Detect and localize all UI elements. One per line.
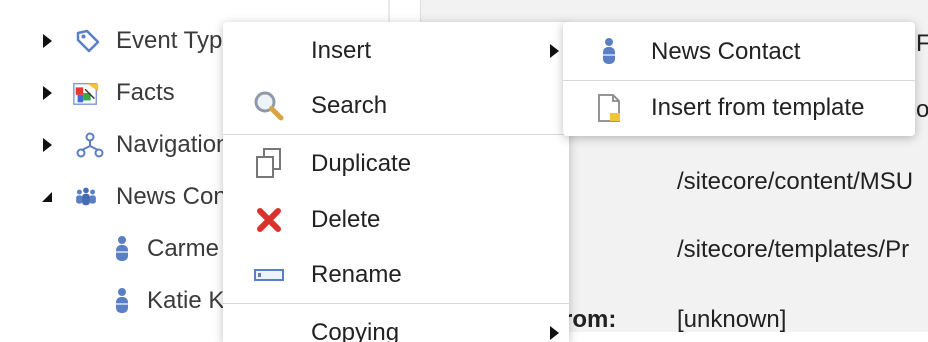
field-value-path: /sitecore/content/MSU bbox=[677, 168, 914, 195]
submenu-item-label: Insert from template bbox=[651, 94, 865, 121]
tree-item-label: Event Typ bbox=[116, 27, 223, 54]
menu-item-rename[interactable]: Rename bbox=[223, 249, 569, 301]
tree-item-label: Facts bbox=[116, 79, 175, 106]
delete-x-icon bbox=[251, 202, 287, 238]
menu-item-delete[interactable]: Delete bbox=[223, 194, 569, 246]
menu-item-insert[interactable]: Insert bbox=[223, 25, 569, 77]
people-group-icon bbox=[72, 183, 100, 211]
facts-icon bbox=[72, 79, 100, 107]
menu-item-search[interactable]: Search bbox=[223, 80, 569, 132]
menu-separator bbox=[223, 303, 569, 304]
context-menu: Insert Search Duplicate Delete Rename Co… bbox=[223, 22, 569, 342]
template-page-icon bbox=[593, 90, 625, 126]
insert-submenu: News Contact Insert from template bbox=[563, 22, 915, 136]
tree-item-label: Navigation bbox=[116, 131, 230, 158]
field-value-partial: F- bbox=[916, 30, 928, 57]
tree-item-label: Katie K bbox=[147, 287, 225, 314]
menu-item-duplicate[interactable]: Duplicate bbox=[223, 138, 569, 190]
menu-item-label: Duplicate bbox=[311, 150, 412, 177]
magnifier-icon bbox=[251, 88, 287, 124]
menu-item-label: Copying bbox=[311, 319, 400, 342]
expand-arrow-icon[interactable] bbox=[40, 31, 54, 51]
collapse-arrow-icon[interactable] bbox=[40, 187, 54, 207]
person-icon bbox=[593, 34, 625, 70]
menu-item-label: Search bbox=[311, 92, 388, 119]
tree-item-label: Carme bbox=[147, 235, 220, 262]
menu-item-label: Rename bbox=[311, 261, 402, 288]
submenu-item-news-contact[interactable]: News Contact bbox=[563, 24, 915, 80]
submenu-item-label: News Contact bbox=[651, 38, 801, 65]
menu-item-copying[interactable]: Copying bbox=[223, 307, 569, 342]
submenu-arrow-icon bbox=[550, 44, 559, 58]
field-value-template: /sitecore/templates/Pr bbox=[677, 236, 910, 263]
person-icon bbox=[108, 235, 136, 263]
field-value-partial: o bbox=[916, 96, 928, 123]
navigation-icon bbox=[76, 131, 104, 159]
person-icon bbox=[108, 287, 136, 315]
expand-arrow-icon[interactable] bbox=[40, 83, 54, 103]
menu-item-label: Insert bbox=[311, 37, 372, 64]
menu-item-label: Delete bbox=[311, 206, 381, 233]
expand-arrow-icon[interactable] bbox=[40, 135, 54, 155]
submenu-item-insert-from-template[interactable]: Insert from template bbox=[563, 80, 915, 136]
field-value-created-from: [unknown] bbox=[677, 306, 787, 333]
submenu-arrow-icon bbox=[550, 326, 559, 340]
rename-icon bbox=[251, 257, 287, 293]
menu-separator bbox=[223, 134, 569, 135]
tag-icon bbox=[74, 27, 102, 55]
field-label-created-from: rom: bbox=[563, 306, 617, 333]
duplicate-icon bbox=[251, 146, 287, 182]
tree-item-label: News Con bbox=[116, 183, 227, 210]
